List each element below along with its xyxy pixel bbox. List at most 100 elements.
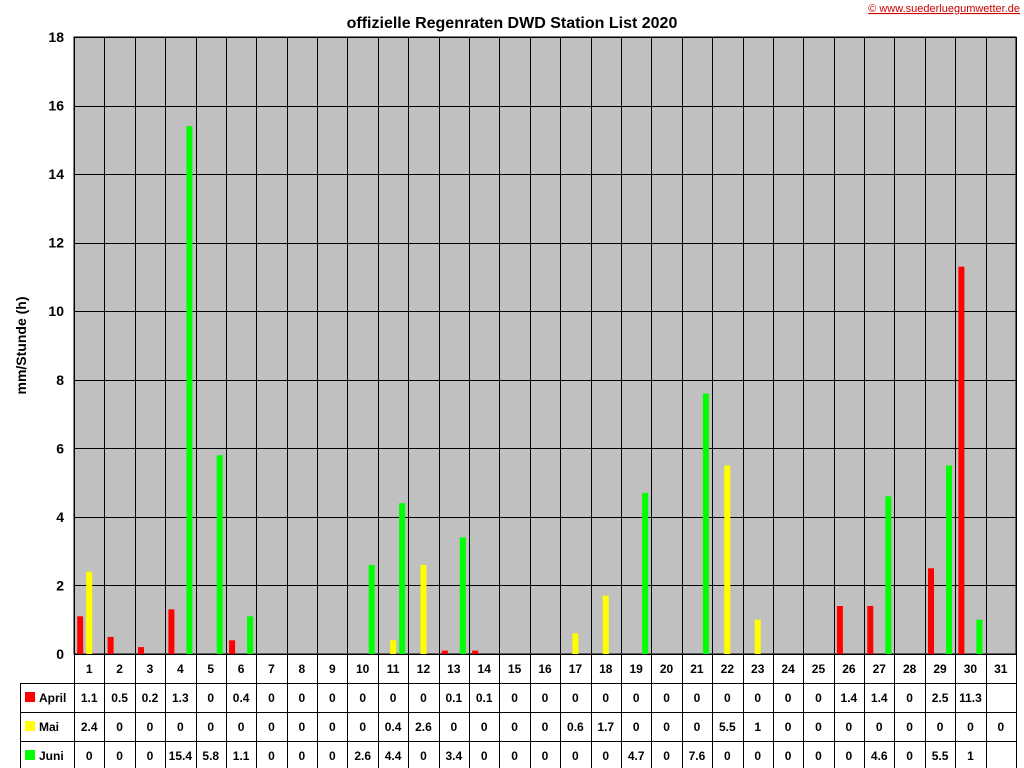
- table-cell: 0: [86, 749, 93, 763]
- table-cell: 0: [481, 749, 488, 763]
- table-cell: 0: [329, 691, 336, 705]
- table-cell: 0: [785, 720, 792, 734]
- table-cell: 0: [846, 749, 853, 763]
- table-cell: 0: [694, 720, 701, 734]
- table-cell: 1.4: [871, 691, 888, 705]
- table-cell: 0: [633, 720, 640, 734]
- table-cell: 2.5: [932, 691, 949, 705]
- table-cell: 0: [359, 720, 366, 734]
- y-tick-label: 12: [48, 235, 64, 251]
- table-cell: 0: [906, 749, 913, 763]
- table-cell: 0: [511, 749, 518, 763]
- table-cell: 0: [299, 720, 306, 734]
- table-cell: 11.3: [959, 691, 982, 705]
- table-cell: 1.7: [597, 720, 614, 734]
- y-tick-label: 2: [56, 577, 64, 593]
- bar-mai-day-18: [602, 595, 609, 654]
- table-cell: 0: [694, 691, 701, 705]
- table-cell: 0: [268, 691, 275, 705]
- table-cell: 0.2: [142, 691, 159, 705]
- x-tick-label: 29: [933, 662, 947, 676]
- table-cell: 4.6: [871, 749, 888, 763]
- table-cell: 4.4: [385, 749, 402, 763]
- table-cell: 0: [116, 749, 123, 763]
- table-cell: 0: [299, 691, 306, 705]
- x-tick-label: 11: [387, 662, 400, 676]
- bar-april-day-3: [138, 647, 144, 654]
- table-cell: 0: [390, 691, 397, 705]
- x-tick-label: 23: [751, 662, 765, 676]
- x-tick-label: 17: [569, 662, 583, 676]
- table-cell: 0: [177, 720, 184, 734]
- x-tick-label: 18: [599, 662, 613, 676]
- bar-april-day-14: [472, 650, 479, 654]
- table-cell: 5.5: [932, 749, 949, 763]
- table-cell: 0: [147, 749, 154, 763]
- table-cell: 0: [420, 691, 427, 705]
- table-cell: 1: [967, 749, 974, 763]
- table-cell: 4.7: [628, 749, 645, 763]
- table-cell: 15.4: [169, 749, 193, 763]
- bar-juni-day-19: [642, 492, 649, 654]
- y-axis-ticks: 0 2 4 6 8 10 12 14 16 18: [48, 29, 64, 662]
- table-cell: 0: [876, 720, 883, 734]
- table-cell: 0: [997, 720, 1004, 734]
- x-tick-label: 3: [147, 662, 154, 676]
- table-cell: 0: [724, 691, 731, 705]
- x-tick-label: 15: [508, 662, 522, 676]
- table-cell: 0: [846, 720, 853, 734]
- y-tick-label: 16: [48, 98, 64, 114]
- table-cell: 0: [815, 720, 822, 734]
- table-cell: 0.5: [111, 691, 128, 705]
- table-cell: 0: [420, 749, 427, 763]
- bar-juni-day-30: [976, 619, 983, 654]
- table-cell: 0: [663, 691, 670, 705]
- bar-april-day-2: [107, 636, 114, 654]
- table-cell: 0: [116, 720, 123, 734]
- legend-swatch-juni: [25, 750, 35, 760]
- x-tick-label: 25: [812, 662, 826, 676]
- table-cell: 5.8: [202, 749, 219, 763]
- table-cell: 0: [815, 749, 822, 763]
- table-cell: 0: [542, 691, 549, 705]
- x-tick-label: 8: [299, 662, 306, 676]
- bar-april-day-1: [77, 616, 84, 654]
- x-tick-label: 28: [903, 662, 917, 676]
- table-cell: 2.6: [415, 720, 432, 734]
- table-cell: 0.4: [233, 691, 250, 705]
- legend-swatch-mai: [25, 721, 35, 731]
- x-tick-label: 26: [842, 662, 856, 676]
- table-cell: 0: [937, 720, 944, 734]
- bar-mai-day-12: [420, 564, 427, 654]
- table-cell: 0: [906, 720, 913, 734]
- table-cell: 0: [754, 749, 761, 763]
- credit-link[interactable]: © www.suederluegumwetter.de: [868, 3, 1020, 15]
- table-cell: 0: [724, 749, 731, 763]
- table-cell: 0: [572, 749, 579, 763]
- table-cell: 0.6: [567, 720, 584, 734]
- legend-swatch-april: [25, 692, 35, 702]
- table-cell: 0.4: [385, 720, 402, 734]
- x-tick-label: 27: [873, 662, 887, 676]
- table-cell: 0: [663, 720, 670, 734]
- table-cell: 0: [450, 720, 457, 734]
- table-cell: 0: [602, 691, 609, 705]
- bar-juni-day-5: [216, 455, 223, 654]
- bar-april-day-13: [441, 650, 448, 654]
- bar-juni-day-11: [399, 503, 406, 654]
- table-cell: 0: [207, 691, 214, 705]
- x-tick-label: 13: [447, 662, 461, 676]
- y-tick-label: 0: [56, 646, 64, 662]
- table-cell: 0: [906, 691, 913, 705]
- rain-rate-chart: offizielle Regenraten DWD Station List 2…: [13, 3, 1020, 768]
- plot-area: [73, 36, 1017, 655]
- table-cell: 1.3: [172, 691, 189, 705]
- table-cell: 0.1: [445, 691, 462, 705]
- x-tick-label: 19: [629, 662, 643, 676]
- x-axis-ticks: 1 2 3 4 5 6 7 8 9 10 11 12 13 14 15 16 17 18 19 20 21 22 23 24 2…: [86, 662, 1008, 676]
- table-cell: 0: [238, 720, 245, 734]
- table-cell: 0: [785, 749, 792, 763]
- y-tick-label: 4: [56, 509, 64, 525]
- x-tick-label: 4: [177, 662, 184, 676]
- x-tick-label: 22: [721, 662, 735, 676]
